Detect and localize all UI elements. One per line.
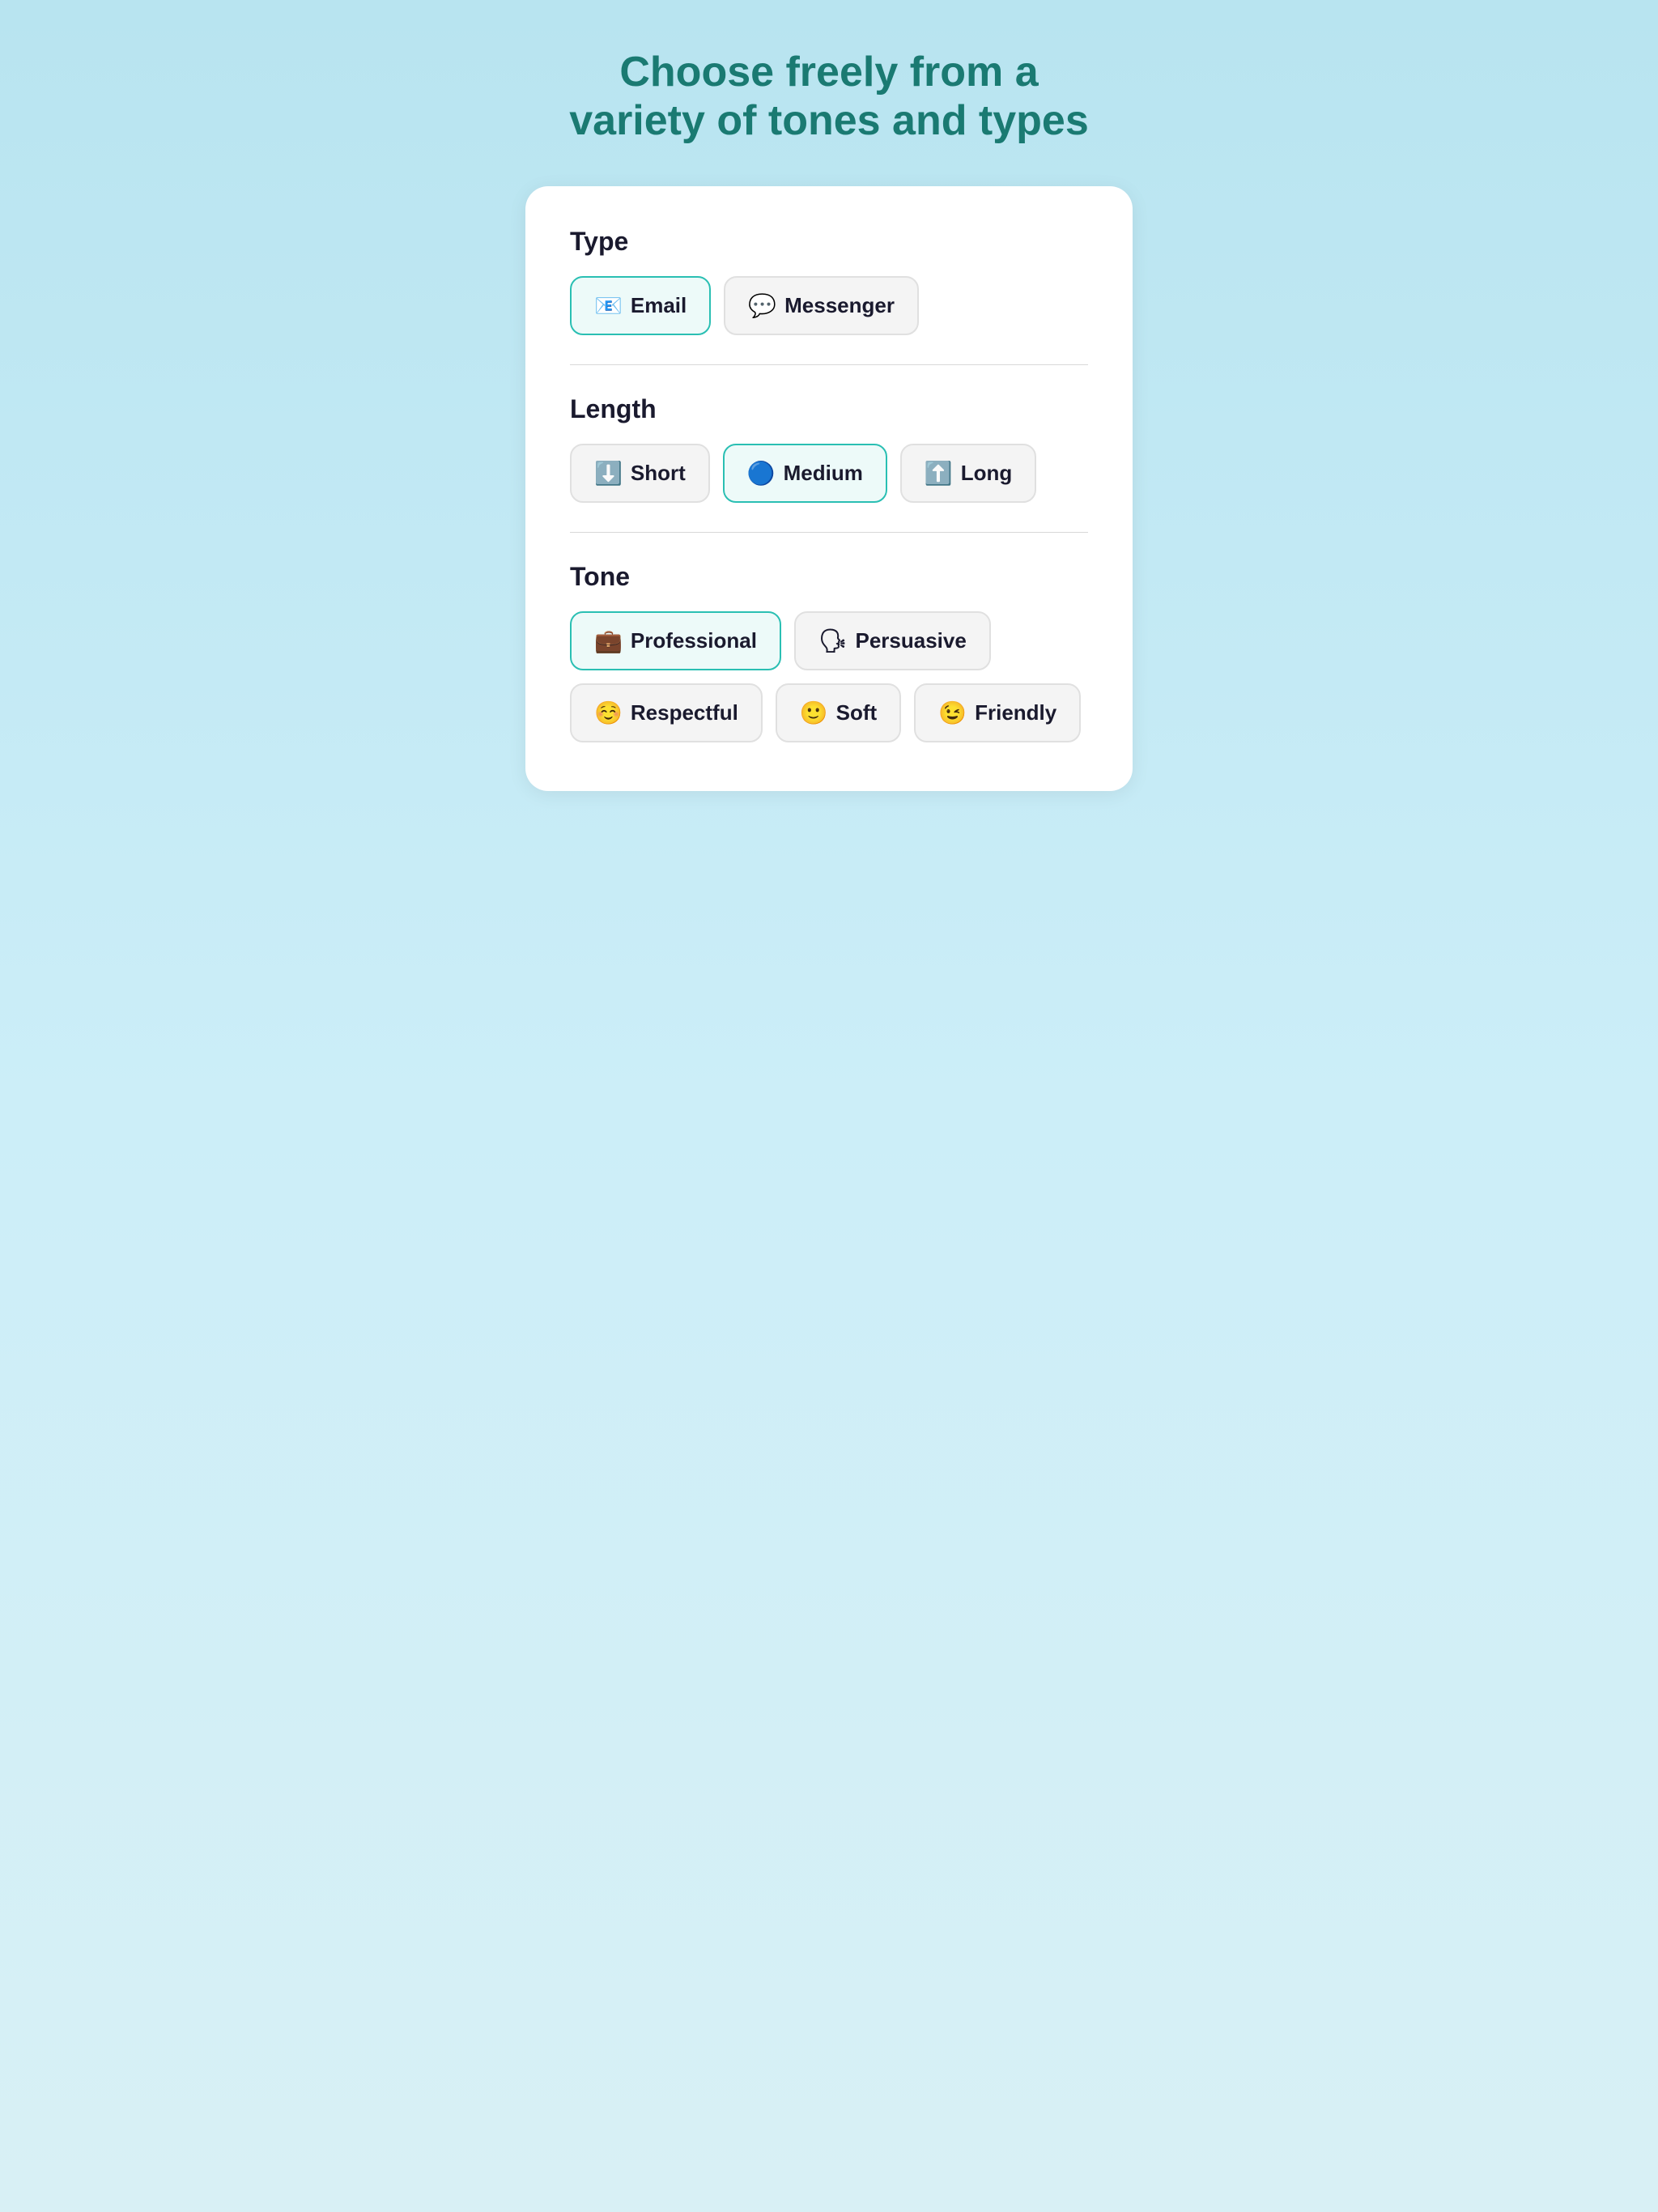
messenger-icon: 💬 [748, 292, 776, 319]
long-icon: ⬆️ [925, 460, 953, 487]
tone-row-2: ☺️ Respectful 🙂 Soft 😉 Friendly [570, 683, 1088, 742]
type-messenger-button[interactable]: 💬 Messenger [724, 276, 919, 335]
tone-respectful-label: Respectful [631, 700, 738, 725]
length-short-label: Short [631, 461, 686, 486]
divider-2 [570, 532, 1088, 533]
type-email-label: Email [631, 293, 687, 318]
tone-friendly-button[interactable]: 😉 Friendly [914, 683, 1081, 742]
divider-1 [570, 364, 1088, 365]
type-label: Type [570, 227, 1088, 257]
friendly-icon: 😉 [938, 700, 967, 726]
short-icon: ⬇️ [594, 460, 623, 487]
length-label: Length [570, 394, 1088, 424]
respectful-icon: ☺️ [594, 700, 623, 726]
medium-icon: 🔵 [747, 460, 776, 487]
email-icon: 📧 [594, 292, 623, 319]
tone-row-1: 💼 Professional 🗣 Persuasive [570, 611, 1088, 670]
persuasive-icon: 🗣 [818, 627, 848, 654]
soft-icon: 🙂 [800, 700, 828, 726]
length-options-row: ⬇️ Short 🔵 Medium ⬆️ Long [570, 444, 1088, 503]
type-email-button[interactable]: 📧 Email [570, 276, 711, 335]
tone-grid: 💼 Professional 🗣 Persuasive ☺️ Respectfu… [570, 611, 1088, 742]
length-medium-label: Medium [784, 461, 863, 486]
type-section: Type 📧 Email 💬 Messenger [570, 227, 1088, 335]
type-options-row: 📧 Email 💬 Messenger [570, 276, 1088, 335]
type-messenger-label: Messenger [784, 293, 895, 318]
tone-respectful-button[interactable]: ☺️ Respectful [570, 683, 763, 742]
tone-persuasive-label: Persuasive [855, 628, 966, 653]
tone-persuasive-button[interactable]: 🗣 Persuasive [794, 611, 991, 670]
length-long-button[interactable]: ⬆️ Long [900, 444, 1036, 503]
page-headline: Choose freely from a variety of tones an… [569, 49, 1089, 146]
length-short-button[interactable]: ⬇️ Short [570, 444, 710, 503]
tone-soft-label: Soft [836, 700, 878, 725]
length-section: Length ⬇️ Short 🔵 Medium ⬆️ Long [570, 394, 1088, 503]
tone-professional-button[interactable]: 💼 Professional [570, 611, 781, 670]
tone-section: Tone 💼 Professional 🗣 Persuasive ☺️ Resp… [570, 562, 1088, 742]
tone-soft-button[interactable]: 🙂 Soft [776, 683, 901, 742]
tone-label: Tone [570, 562, 1088, 592]
professional-icon: 💼 [594, 627, 623, 654]
tone-professional-label: Professional [631, 628, 757, 653]
options-card: Type 📧 Email 💬 Messenger Length ⬇️ Short… [525, 186, 1133, 791]
length-medium-button[interactable]: 🔵 Medium [723, 444, 887, 503]
tone-friendly-label: Friendly [975, 700, 1056, 725]
length-long-label: Long [961, 461, 1013, 486]
